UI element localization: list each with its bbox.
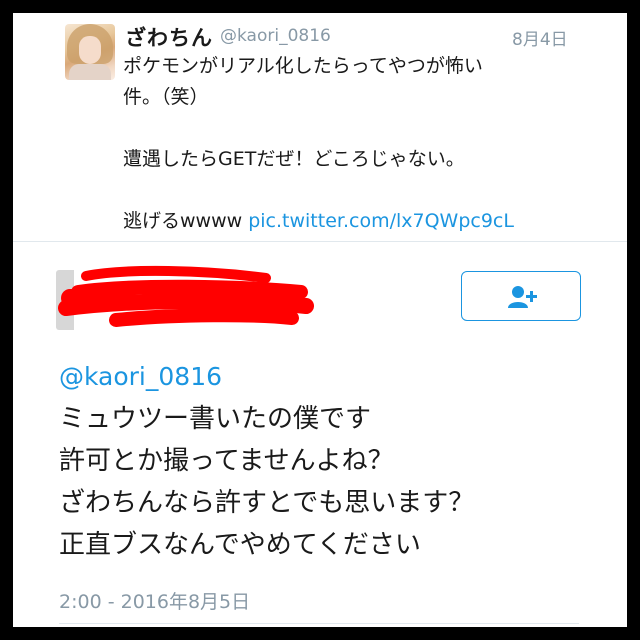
frame-bottom xyxy=(0,627,640,640)
avatar-body xyxy=(69,64,111,80)
avatar-face xyxy=(79,36,101,64)
mention-link[interactable]: @kaori_0816 xyxy=(59,362,222,391)
add-user-icon xyxy=(508,286,537,308)
tweet-timestamp[interactable]: 2:00 - 2016年8月5日 xyxy=(59,587,250,614)
divider xyxy=(13,241,627,242)
divider xyxy=(59,623,579,624)
follow-button[interactable] xyxy=(461,271,581,321)
tweet-line: 遭遇したらGETだぜ！どころじゃない。 xyxy=(123,148,465,170)
tweet-date[interactable]: 8月4日 xyxy=(512,25,568,50)
user-handle[interactable]: @kaori_0816 xyxy=(220,26,331,46)
tweet-line-text: 逃げるwwww xyxy=(123,210,249,232)
tweet-line: ポケモンがリアル化したらってやつが怖い xyxy=(123,55,483,77)
tweet-text: ミュウツー書いたの僕です 許可とか撮ってませんよね？ ざわちんなら許すとでも思い… xyxy=(59,398,474,566)
media-link[interactable]: pic.twitter.com/lx7QWpc9cL xyxy=(248,210,514,232)
tweet-line: 逃げるwwww pic.twitter.com/lx7QWpc9cL xyxy=(123,206,583,237)
display-name[interactable]: ざわちん xyxy=(125,22,213,52)
tweet-1[interactable]: ざわちん @kaori_0816 8月4日 ポケモンがリアル化したらってやつが怖… xyxy=(13,13,627,241)
frame-top xyxy=(0,0,640,13)
tweet-line: ざわちんなら許すとでも思います？ xyxy=(59,488,475,518)
tweet-line: 許可とか撮ってませんよね？ xyxy=(59,446,394,476)
redaction-scribble xyxy=(58,265,314,327)
tweet-line: 正直ブスなんでやめてください xyxy=(59,530,421,560)
tweet-text: ポケモンがリアル化したらってやつが怖い 件。（笑） 遭遇したらGETだぜ！どころ… xyxy=(123,51,583,237)
tweet-line: ミュウツー書いたの僕です xyxy=(59,404,372,434)
avatar[interactable] xyxy=(65,24,115,80)
tweet-line: 件。（笑） xyxy=(123,86,209,108)
